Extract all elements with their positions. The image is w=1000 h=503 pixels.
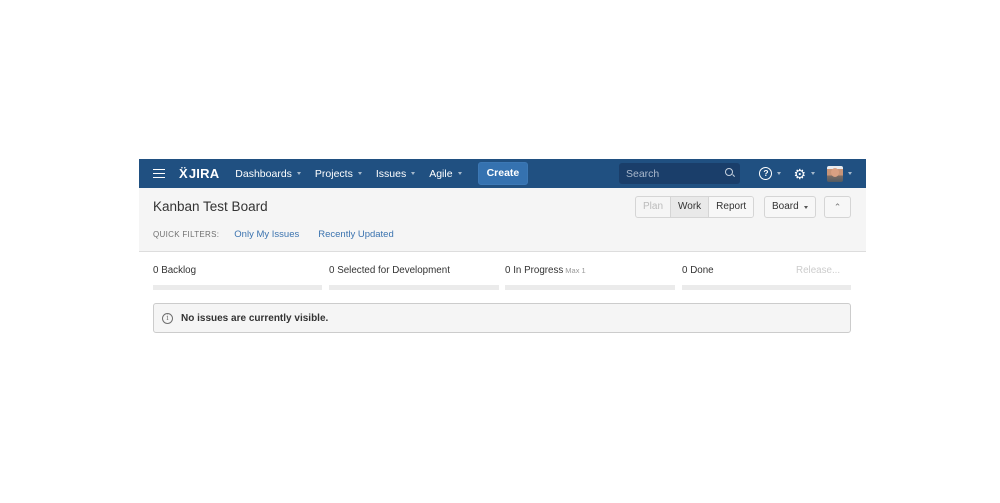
column-header-bar [153,285,322,290]
quick-search [619,163,740,184]
column-selected-for-development: 0 Selected for Development [329,265,499,290]
nav-issues-label: Issues [375,167,407,180]
top-navigation-bar: Ẍ JIRA Dashboards Projects Issues Agile … [139,159,866,188]
mode-report-button[interactable]: Report [708,197,754,217]
quick-filters: QUICK FILTERS: Only My Issues Recently U… [153,229,413,240]
jira-app: Ẍ JIRA Dashboards Projects Issues Agile … [139,159,866,333]
column-name: Selected for Development [337,265,450,276]
avatar [827,165,843,182]
nav-projects-label: Projects [314,167,353,180]
column-name: Done [690,265,714,276]
column-header-bar [505,285,675,290]
jira-logo-mark-icon: Ẍ [179,166,188,181]
board-menu-label: Board [772,201,799,212]
chevron-down-icon [777,172,782,175]
app-switcher-menu-icon[interactable] [153,168,165,179]
column-max-constraint: Max 1 [565,266,586,275]
column-header-bar [329,285,499,290]
chevron-down-icon [803,205,808,209]
column-count: 0 [329,265,335,276]
column-in-progress: 0 In Progress Max 1 [505,265,675,290]
chevron-down-icon [296,172,301,175]
column-title: 0 Selected for Development [329,265,450,276]
column-name: Backlog [161,265,197,276]
board-mode-switcher: Plan Work Report [635,196,755,218]
help-icon: ? [759,167,773,180]
column-done: 0 Done [682,265,851,290]
column-count: 0 [682,265,688,276]
nav-agile[interactable]: Agile [429,167,462,180]
jira-logo[interactable]: Ẍ JIRA [179,166,219,181]
create-button[interactable]: Create [477,162,529,185]
nav-right-group: ? ⚙ [747,159,852,188]
quick-filters-label: QUICK FILTERS: [153,230,220,239]
chevron-down-icon [811,172,815,175]
quick-filter-only-my-issues[interactable]: Only My Issues [234,229,299,240]
column-title: 0 Done [682,265,714,276]
nav-projects[interactable]: Projects [315,168,362,180]
board-menu-button[interactable]: Board [764,196,816,218]
page-title: Kanban Test Board [153,199,268,214]
column-name: In Progress [513,265,564,276]
chevron-down-icon [457,172,462,175]
jira-logo-text: JIRA [188,166,220,181]
chevron-up-icon: ⌃ [833,202,842,212]
chevron-down-icon [411,172,416,175]
search-icon[interactable] [725,168,733,176]
release-link[interactable]: Release... [796,265,840,276]
quick-filter-recently-updated[interactable]: Recently Updated [318,229,394,240]
collapse-header-button[interactable]: ⌃ [824,196,851,218]
column-title: 0 In Progress Max 1 [505,265,586,276]
mode-plan-button[interactable]: Plan [636,197,670,217]
settings-menu[interactable]: ⚙ [793,167,815,181]
column-count: 0 [505,265,511,276]
column-backlog: 0 Backlog [153,265,322,290]
help-menu[interactable]: ? [759,167,782,180]
gear-icon: ⚙ [793,165,806,182]
chevron-down-icon [848,172,852,175]
mode-work-button[interactable]: Work [670,197,709,217]
nav-issues[interactable]: Issues [375,167,416,180]
column-title: 0 Backlog [153,265,196,276]
empty-board-message: i No issues are currently visible. [153,303,851,333]
column-count: 0 [153,265,159,276]
nav-agile-label: Agile [429,167,453,180]
column-header-bar [682,285,851,290]
empty-board-message-text: No issues are currently visible. [181,312,329,324]
nav-dashboards[interactable]: Dashboards [235,168,301,180]
user-profile-menu[interactable] [827,165,852,182]
search-input[interactable] [619,166,723,181]
board-header: Kanban Test Board QUICK FILTERS: Only My… [139,188,866,252]
info-icon: i [162,312,173,324]
nav-dashboards-label: Dashboards [235,167,292,180]
chevron-down-icon [357,172,362,175]
